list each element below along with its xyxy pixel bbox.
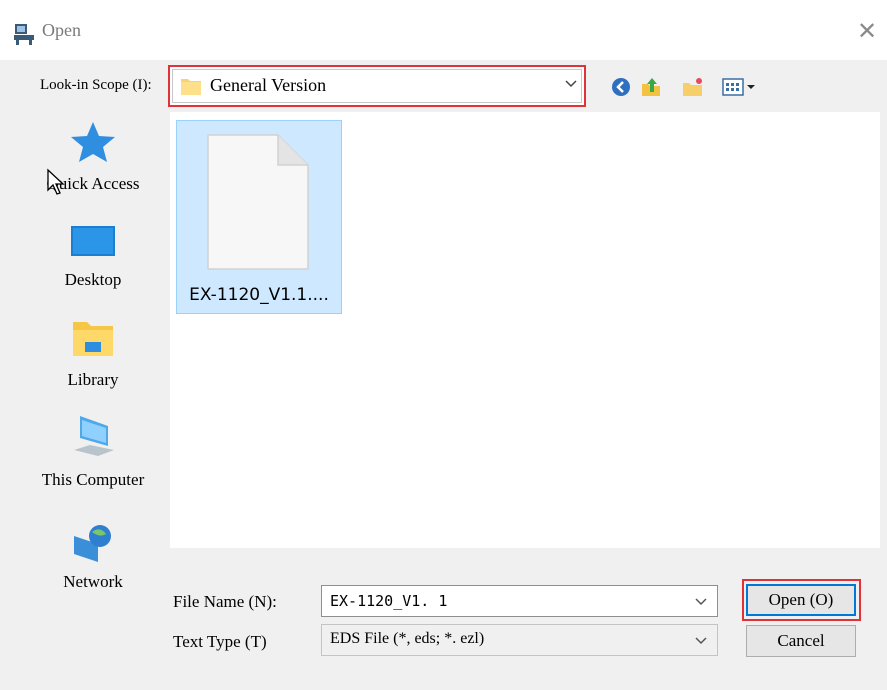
- filename-value: EX-1120_V1. 1: [330, 592, 448, 610]
- library-folder-icon: [73, 322, 113, 356]
- sidebar-item-label: Network: [63, 572, 123, 591]
- sidebar-item-quick-access[interactable]: Quick Access: [20, 120, 166, 206]
- lookin-label: Look-in Scope (I):: [40, 77, 152, 93]
- filetype-value: EDS File (*, eds; *. ezl): [330, 630, 485, 647]
- file-document-icon: [207, 134, 309, 270]
- filetype-label: Text Type (T): [173, 632, 267, 651]
- cancel-button[interactable]: Cancel: [746, 625, 856, 657]
- star-icon: [71, 122, 115, 162]
- sidebar-item-desktop[interactable]: Desktop: [20, 224, 166, 304]
- window-title: Open: [42, 20, 81, 40]
- lookin-value: General Version: [210, 75, 327, 95]
- sidebar-item-this-computer[interactable]: This Computer: [20, 412, 166, 498]
- computer-icon: [74, 416, 114, 456]
- sidebar-item-label: Library: [67, 370, 119, 389]
- new-folder-icon[interactable]: [682, 76, 704, 98]
- view-menu-icon[interactable]: [722, 76, 762, 98]
- filetype-select[interactable]: EDS File (*, eds; *. ezl): [321, 624, 718, 656]
- app-icon: [14, 24, 34, 45]
- filename-input[interactable]: EX-1120_V1. 1: [321, 585, 718, 617]
- chevron-down-icon[interactable]: [695, 637, 707, 645]
- title-bar: [0, 0, 887, 60]
- sidebar-item-label: Desktop: [64, 270, 122, 289]
- sidebar-item-label: Quick Access: [46, 174, 140, 193]
- close-button[interactable]: ✕: [850, 14, 884, 48]
- sidebar-item-label: This Computer: [41, 470, 145, 489]
- sidebar-item-network[interactable]: Network: [20, 522, 166, 602]
- open-button[interactable]: Open (O): [746, 584, 856, 616]
- places-sidebar: Quick Access Desktop Library This Comput…: [20, 112, 166, 652]
- close-icon: ✕: [856, 17, 878, 45]
- desktop-icon: [71, 226, 115, 256]
- mouse-cursor-icon: [47, 168, 65, 195]
- filename-label: File Name (N):: [173, 592, 277, 611]
- sidebar-item-library[interactable]: Library: [20, 318, 166, 402]
- file-item-name: EX-1120_V1.1....: [189, 285, 329, 305]
- up-folder-icon[interactable]: [640, 76, 662, 98]
- chevron-down-icon[interactable]: [695, 598, 707, 606]
- network-globe-icon: [74, 525, 111, 562]
- back-icon[interactable]: [610, 76, 632, 98]
- chevron-down-icon[interactable]: [565, 80, 577, 88]
- folder-icon: [181, 79, 201, 95]
